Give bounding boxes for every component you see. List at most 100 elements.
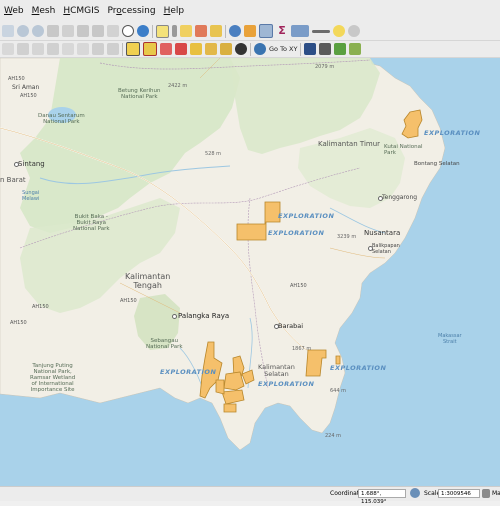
toolbar-separator — [300, 42, 302, 56]
zoom-next-icon[interactable] — [92, 25, 104, 37]
save-edits-icon[interactable] — [32, 43, 44, 55]
current-edits-icon[interactable] — [2, 43, 14, 55]
status-bar: Coordinate 1.688°, 115.039° Scale 1:3009… — [0, 486, 500, 505]
exploration-label-kutai: EXPLORATION — [424, 129, 481, 137]
cut-icon[interactable] — [47, 43, 59, 55]
city-marker-palangka — [172, 314, 177, 319]
map-navigation-toolbar: Σ — [0, 22, 500, 41]
select-by-value-icon[interactable] — [180, 25, 192, 37]
toggle-extent-icon[interactable] — [410, 488, 420, 498]
menu-hcmgis[interactable]: HCMGIS — [59, 6, 103, 16]
map-label-kalteng: Kalimantan Tengah — [125, 272, 171, 290]
exploration-block-south-5 — [223, 403, 237, 413]
move-label-icon[interactable] — [205, 43, 217, 55]
map-label-elev-2422: 2422 m — [168, 83, 188, 89]
exploration-block-south-3 — [223, 371, 245, 391]
menu-mesh[interactable]: Mesh — [28, 6, 60, 16]
menu-bar: Web Mesh HCMGIS Processing Help — [0, 0, 500, 22]
zoom-layer-icon[interactable] — [47, 25, 59, 37]
map-label-kaltim: Kalimantan Timur — [318, 140, 381, 148]
map-label-elev-224: 224 m — [325, 433, 342, 439]
deselect-icon[interactable] — [195, 25, 207, 37]
map-label-barat: n Barat — [0, 176, 26, 184]
show-hide-label-icon[interactable] — [190, 43, 202, 55]
measure-icon[interactable] — [312, 29, 330, 33]
refresh-icon[interactable] — [137, 25, 149, 37]
identify-icon[interactable] — [229, 25, 241, 37]
label-layer-icon[interactable] — [143, 42, 157, 56]
plugin-tool-icon[interactable] — [349, 43, 362, 55]
zoom-out-icon[interactable] — [32, 25, 44, 37]
map-label-ah150-c: AH150 — [32, 304, 49, 310]
map-label-elev-528: 528 m — [205, 151, 222, 157]
label-icon[interactable] — [126, 42, 140, 56]
map-label-ah150-e: AH150 — [290, 283, 307, 289]
map-label-ah150-nw: AH150 — [8, 76, 25, 82]
pin-label-icon[interactable] — [160, 43, 172, 55]
attribute-table-icon[interactable] — [244, 25, 256, 37]
python-console-icon[interactable] — [254, 43, 266, 55]
coordinate-field[interactable]: 1.688°, 115.039° — [358, 489, 406, 505]
map-label-tanjung: Tanjung Puting National Park, Ramsar Wet… — [30, 363, 76, 393]
undo-icon[interactable] — [92, 43, 104, 55]
toolbar-separator — [225, 24, 226, 38]
map-label-bukit: Bukit Baka - Bukit Raya National Park — [73, 214, 110, 232]
processing-toolbox-icon[interactable] — [259, 24, 273, 38]
redo-icon[interactable] — [107, 43, 119, 55]
plugin-icon[interactable] — [319, 43, 332, 55]
zoom-last-icon[interactable] — [77, 25, 89, 37]
toolbar-separator — [250, 42, 251, 56]
pan-icon[interactable] — [2, 25, 14, 37]
map-tips-icon[interactable] — [333, 25, 345, 37]
map-label-bontang: Bontang Selatan — [414, 161, 460, 167]
city-marker-balikpapan — [368, 246, 373, 251]
map-label-danau: Danau Sentarum National Park — [38, 113, 85, 125]
map-label-kalsel: Kalimantan Selatan — [258, 363, 295, 378]
map-label-ah150-b: AH150 — [120, 298, 137, 304]
map-label-balikpapan: Balikpapan Selatan — [372, 243, 400, 255]
map-label-barabai: Barabai — [278, 322, 304, 330]
menu-help[interactable]: Help — [160, 6, 189, 16]
search-icon[interactable] — [334, 43, 347, 55]
go-to-xy-button[interactable]: Go To XY — [269, 45, 297, 53]
exploration-label-central-b: EXPLORATION — [268, 229, 325, 237]
dropdown-arrow-icon[interactable] — [172, 25, 177, 37]
map-label-elev-1867: 1867 m — [292, 346, 312, 352]
bookmark-icon[interactable] — [107, 25, 119, 37]
toolbar-separator — [152, 24, 153, 38]
map-label-elev-644: 644 m — [330, 388, 347, 394]
menu-processing[interactable]: Processing — [104, 6, 160, 16]
copy-icon[interactable] — [62, 43, 74, 55]
city-marker-barabai — [274, 324, 279, 329]
map-label-tenggarong: Tenggarong — [382, 194, 418, 201]
exploration-label-south-c: EXPLORATION — [330, 364, 387, 372]
rotate-label-icon[interactable] — [220, 43, 232, 55]
map-label-sebangau: Sebangau National Park — [146, 338, 183, 350]
map-canvas[interactable]: AH150 Sri Aman AH150 Betung Kerihun Nati… — [0, 58, 500, 486]
city-marker-sintang — [14, 162, 19, 167]
field-calculator-icon[interactable] — [291, 25, 309, 37]
toolbar-separator — [122, 42, 123, 56]
map-label-sungai: Sungai Melawi — [22, 190, 40, 202]
lock-scale-icon[interactable] — [482, 489, 490, 498]
highlight-label-icon[interactable] — [175, 43, 187, 55]
map-label-makassar: Makassar Strait — [438, 333, 462, 345]
select-by-location-icon[interactable] — [210, 25, 222, 37]
map-label-nusantara: Nusantara — [364, 229, 401, 237]
select-feature-icon[interactable] — [156, 24, 169, 38]
temporal-icon[interactable] — [122, 25, 134, 37]
paste-icon[interactable] — [77, 43, 89, 55]
help-icon[interactable] — [304, 43, 317, 55]
zoom-selection-icon[interactable] — [62, 25, 74, 37]
map-label-elev-3239: 3239 m — [337, 234, 357, 240]
exploration-label-central-a: EXPLORATION — [278, 212, 335, 220]
map-label-kutai: Kutai National Park — [384, 144, 423, 156]
menu-web[interactable]: Web — [0, 6, 28, 16]
zoom-in-icon[interactable] — [17, 25, 29, 37]
change-label-icon[interactable] — [235, 43, 247, 55]
city-marker-tenggarong — [378, 196, 383, 201]
toggle-editing-icon[interactable] — [17, 43, 29, 55]
statistics-icon[interactable]: Σ — [276, 25, 288, 37]
settings-icon[interactable] — [348, 25, 360, 37]
scale-field[interactable]: 1:3009546 — [438, 489, 480, 498]
